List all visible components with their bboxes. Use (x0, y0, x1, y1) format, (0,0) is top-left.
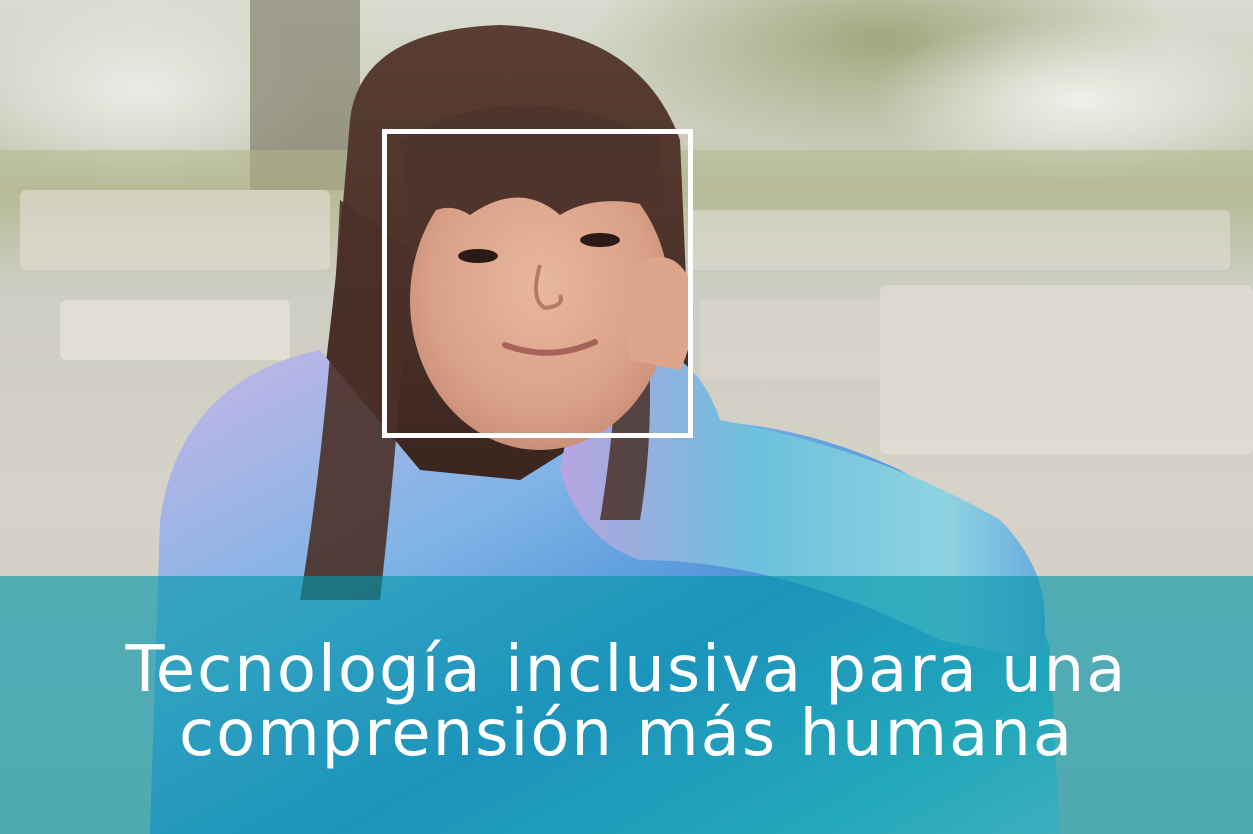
banner: Tecnología inclusiva para una comprensió… (0, 0, 1253, 834)
face-detection-box (382, 129, 693, 438)
headline-line-1: Tecnología inclusiva para una (125, 633, 1128, 707)
headline: Tecnología inclusiva para una comprensió… (0, 638, 1253, 766)
headline-line-2: comprensión más humana (178, 697, 1075, 771)
